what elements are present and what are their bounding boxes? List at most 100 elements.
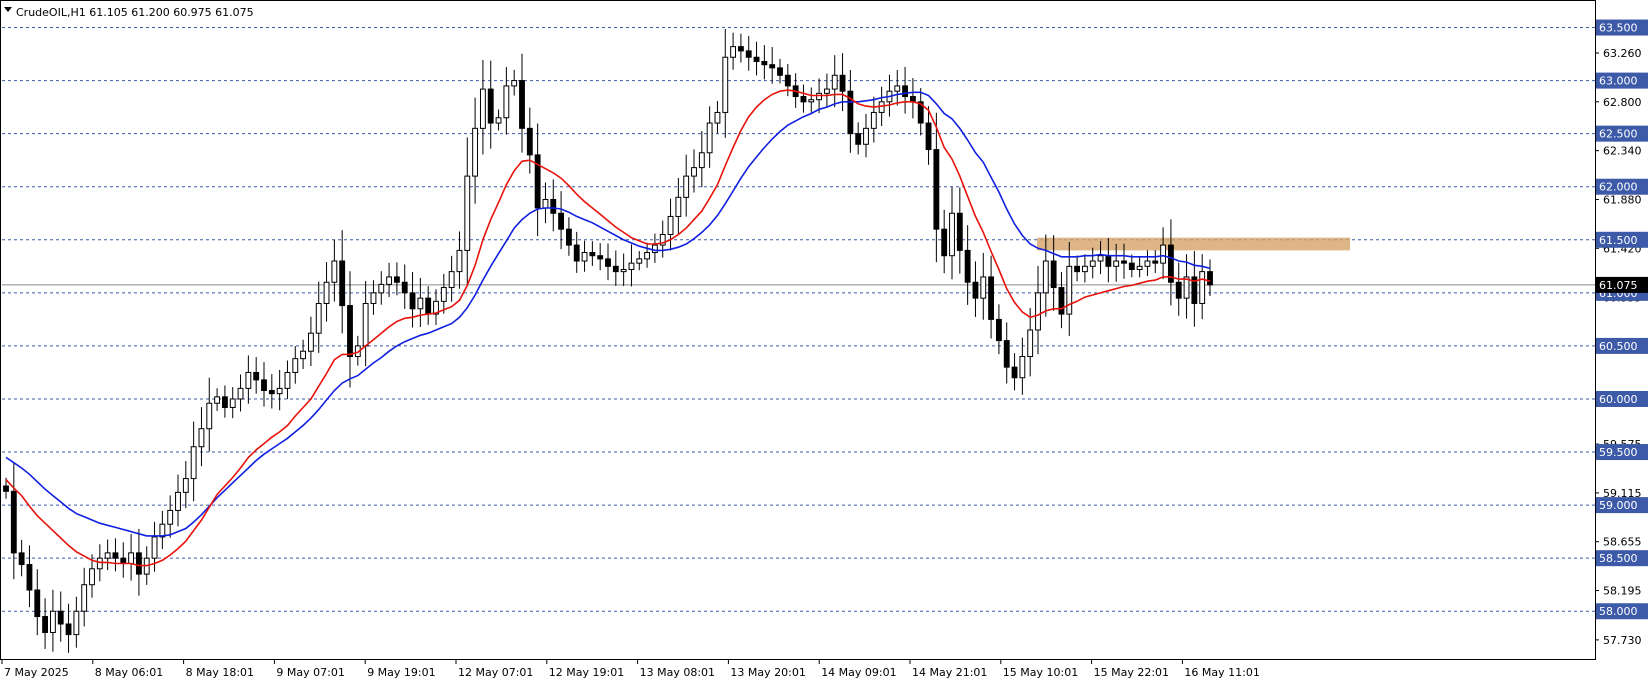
candle-bull [229, 398, 236, 408]
time-tick-label: 9 May 19:01 [367, 666, 435, 679]
candle-bear [956, 212, 963, 251]
candle-bull [378, 283, 385, 294]
candle-bull [651, 244, 658, 254]
time-tick-label: 13 May 08:01 [640, 666, 715, 679]
candle-bull [104, 552, 111, 559]
candle-bear [612, 265, 619, 273]
candle-bear [18, 552, 25, 566]
chevron-down-icon[interactable] [4, 7, 12, 12]
candle-bull [151, 536, 158, 559]
plot-border [0, 0, 1596, 660]
price-tick-label: 62.340 [1603, 145, 1642, 158]
candle-bear [988, 276, 995, 320]
chart-title-text: CrudeOIL,H1 61.105 61.200 60.975 61.075 [16, 6, 254, 19]
candle-bear [10, 490, 17, 554]
candle-bull [96, 557, 103, 570]
candle-bull [1144, 260, 1151, 267]
candle-bear [589, 252, 596, 257]
candle-bear [253, 371, 260, 381]
price-tick-label: 58.655 [1603, 536, 1642, 549]
candle-bear [761, 60, 768, 66]
price-level-label: 61.500 [1599, 234, 1638, 247]
candle-bear [409, 292, 416, 310]
time-tick-label: 12 May 19:01 [549, 666, 624, 679]
price-level-label: 58.500 [1599, 552, 1638, 565]
candle-bear [839, 74, 846, 92]
candle-bull [456, 249, 463, 273]
candle-bull [1136, 265, 1143, 271]
candle-bull [81, 584, 88, 612]
chart-title[interactable]: CrudeOIL,H1 61.105 61.200 60.975 61.075 [4, 6, 254, 19]
candle-bull [863, 127, 869, 145]
candle-bull [1066, 265, 1073, 315]
candle-bull [386, 276, 393, 285]
candle-bull [1042, 260, 1049, 294]
candle-bull [292, 358, 299, 373]
grid-lines [2, 27, 1595, 612]
candle-bear [425, 297, 432, 315]
candle-bear [221, 396, 228, 408]
candle-bull [300, 350, 307, 360]
candle-bull [128, 552, 135, 564]
candle-bull [198, 428, 205, 448]
candle-bull [581, 252, 588, 262]
candle-bear [964, 249, 971, 283]
candle-bear [393, 276, 400, 283]
candle-bear [1058, 287, 1065, 315]
time-tick-label: 12 May 07:01 [458, 666, 533, 679]
candle-bear [1074, 265, 1081, 273]
candle-bull [49, 610, 56, 633]
candle-bear [565, 228, 572, 246]
time-tick-label: 14 May 21:01 [912, 666, 987, 679]
candle-bear [753, 56, 760, 62]
candle-bear [1207, 271, 1213, 286]
price-tick-label: 58.195 [1603, 585, 1642, 598]
candle-bear [3, 485, 9, 492]
ema-slow-line [5, 91, 1211, 537]
candle-bull [315, 302, 322, 334]
price-level-label: 62.000 [1599, 181, 1638, 194]
candle-bull [698, 152, 705, 169]
candle-bull [1199, 271, 1206, 304]
candle-bull [1160, 244, 1167, 264]
candle-bear [268, 389, 275, 395]
candle-bull [878, 101, 885, 113]
candle-bear [1175, 281, 1182, 299]
time-tick-label: 15 May 10:01 [1003, 666, 1078, 679]
time-tick-label: 14 May 09:01 [821, 666, 896, 679]
candle-bear [972, 281, 979, 299]
price-tick-label: 61.880 [1603, 193, 1642, 206]
candle-bear [605, 258, 611, 267]
candle-bear [112, 552, 119, 559]
candle-bear [339, 260, 346, 307]
candle-bull [511, 80, 518, 87]
candle-bull [1027, 329, 1034, 358]
price-level-label: 59.500 [1599, 446, 1638, 459]
price-level-label: 58.000 [1599, 605, 1638, 618]
candle-bear [42, 616, 49, 633]
candle-bull [323, 281, 330, 304]
price-chart[interactable]: 63.26062.80062.34061.88061.42060.95559.5… [0, 0, 1651, 682]
candle-bear [135, 552, 142, 575]
candle-bear [745, 50, 752, 58]
resistance-zone [1037, 237, 1350, 251]
candle-bull [620, 269, 627, 273]
candle-bear [120, 557, 127, 564]
candle-bull [167, 509, 174, 525]
candle-bull [1035, 292, 1041, 331]
candle-bear [1152, 260, 1159, 264]
price-level-label: 63.500 [1599, 22, 1638, 35]
time-axis: 7 May 2025 8 May 06:01 8 May 18:01 9 May 07… [1, 659, 1260, 679]
candle-bull [448, 271, 455, 289]
candle-bull [370, 292, 377, 304]
candle-bear [597, 255, 604, 260]
candle-bear [57, 610, 64, 625]
candle-bull [1097, 255, 1104, 262]
candle-bull [831, 74, 838, 90]
candle-bear [1003, 340, 1010, 368]
candle-bear [519, 80, 525, 129]
candle-bull [980, 276, 987, 299]
candle-bull [464, 175, 471, 251]
candle-bull [706, 122, 713, 154]
candle-bear [487, 88, 494, 124]
